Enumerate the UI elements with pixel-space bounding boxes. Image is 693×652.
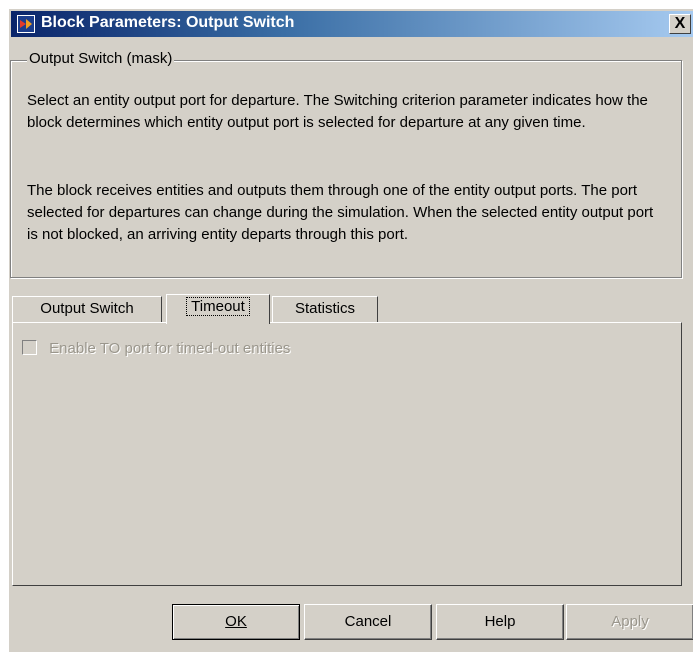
description-paragraph-1: Select an entity output port for departu… [27,92,648,131]
tab-label: Output Switch [40,300,134,317]
help-button[interactable]: Help [436,604,564,640]
tab-label: Timeout [186,297,250,316]
ok-button[interactable]: OK [172,604,300,640]
tab-output-switch[interactable]: Output Switch [12,296,162,323]
close-button[interactable]: X [669,14,691,34]
cancel-button[interactable]: Cancel [304,604,432,640]
enable-to-port-checkbox[interactable] [22,340,37,355]
tab-label: Statistics [294,300,355,317]
timeout-tab-panel [12,322,682,586]
close-icon: X [674,15,686,32]
simulink-block-icon [17,15,35,33]
cancel-button-label: Cancel [344,613,392,630]
apply-button[interactable]: Apply [566,604,693,640]
window-title: Block Parameters: Output Switch [41,14,295,31]
group-label: Output Switch (mask) [27,50,175,67]
tab-statistics[interactable]: Statistics [272,296,378,323]
enable-to-port-row[interactable]: Enable TO port for timed-out entities [22,340,290,357]
enable-to-port-label: Enable TO port for timed-out entities [49,340,291,357]
tab-timeout[interactable]: Timeout [166,294,270,324]
ok-button-label: OK [225,613,247,630]
apply-button-label: Apply [611,613,649,630]
title-bar[interactable]: Block Parameters: Output Switch X [11,11,693,37]
description-paragraph-2: The block receives entities and outputs … [27,182,654,243]
help-button-label: Help [484,613,516,630]
